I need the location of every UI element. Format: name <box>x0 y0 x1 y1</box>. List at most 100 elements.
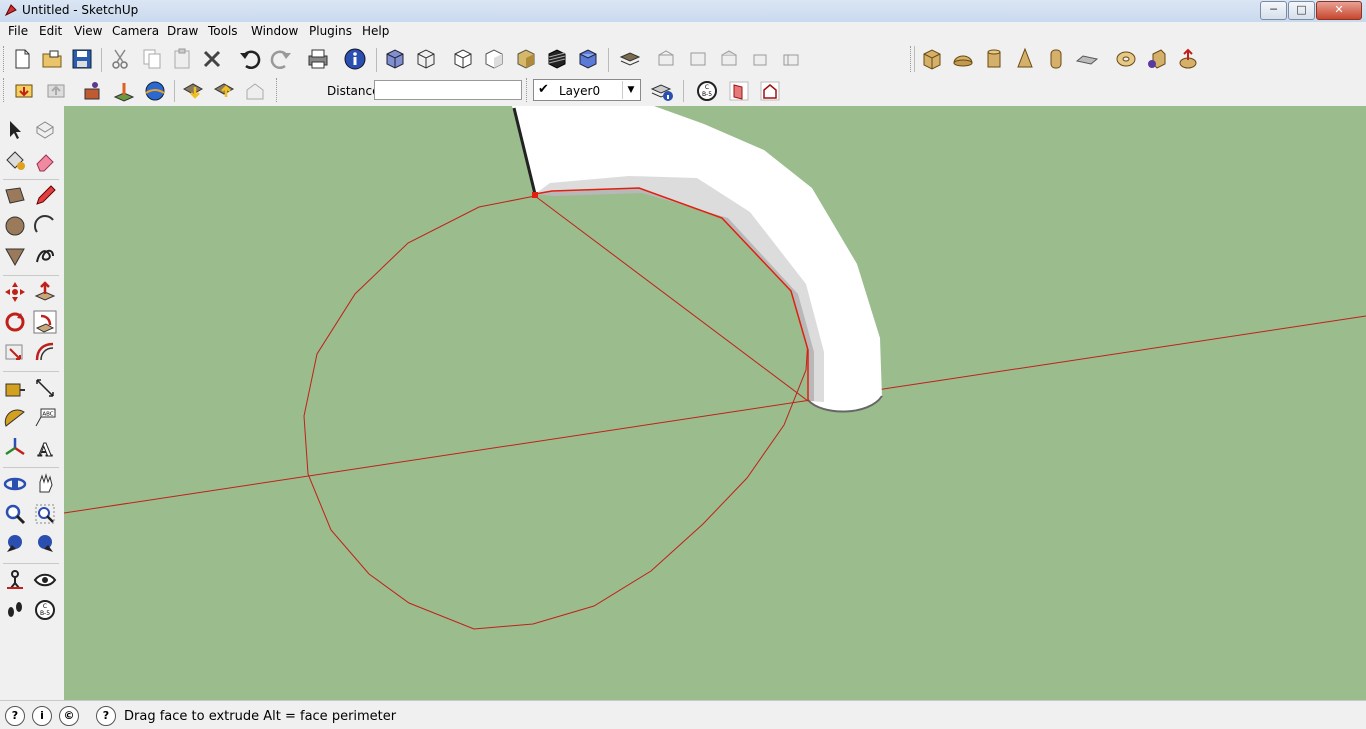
scale-tool[interactable] <box>1 338 29 366</box>
menu-view[interactable]: View <box>72 24 104 38</box>
view-front-button[interactable] <box>716 46 742 72</box>
helix-button[interactable] <box>1144 46 1170 72</box>
circle-tool[interactable] <box>1 212 29 240</box>
share-model-button[interactable] <box>43 78 69 104</box>
menu-file[interactable]: File <box>6 24 30 38</box>
layer-dropdown[interactable]: ✔ Layer0 ▼ <box>533 79 641 101</box>
view-top-button[interactable] <box>685 46 711 72</box>
offset-tool[interactable] <box>31 338 59 366</box>
make-component-tool[interactable] <box>31 116 59 144</box>
chevron-down-icon[interactable]: ▼ <box>622 81 639 99</box>
pushpull-solid-button[interactable] <box>1175 46 1201 72</box>
eraser-tool[interactable] <box>31 146 59 174</box>
position-camera-tool[interactable] <box>1 566 29 594</box>
orbit-tool[interactable] <box>1 470 29 498</box>
display-section-planes-button[interactable] <box>726 78 752 104</box>
rectangle-tool[interactable] <box>1 182 29 210</box>
push-pull-tool[interactable] <box>31 278 59 306</box>
menu-tools[interactable]: Tools <box>206 24 240 38</box>
freehand-tool[interactable] <box>31 242 59 270</box>
help-icon[interactable]: ? <box>96 706 116 726</box>
undo-button[interactable] <box>237 46 263 72</box>
wireframe-button[interactable] <box>413 46 439 72</box>
maximize-button[interactable]: □ <box>1288 1 1315 20</box>
monochrome-button[interactable] <box>544 46 570 72</box>
new-file-button[interactable] <box>9 46 35 72</box>
close-button[interactable]: ✕ <box>1316 1 1362 20</box>
protractor-tool[interactable] <box>1 404 29 432</box>
cone-button[interactable] <box>1012 46 1038 72</box>
zoom-tool[interactable] <box>1 500 29 528</box>
erase-button[interactable] <box>199 46 225 72</box>
license-icon[interactable]: © <box>59 706 79 726</box>
zoom-extents-tool[interactable] <box>31 530 59 558</box>
dimension-tool[interactable] <box>31 374 59 402</box>
view-right-button[interactable] <box>747 46 773 72</box>
components-button[interactable] <box>617 46 643 72</box>
paint-bucket-tool[interactable] <box>1 146 29 174</box>
layer-manager-button[interactable] <box>649 78 675 104</box>
menu-edit[interactable]: Edit <box>37 24 64 38</box>
text-tool[interactable]: ABC <box>31 404 59 432</box>
print-button[interactable] <box>305 46 331 72</box>
menu-help[interactable]: Help <box>360 24 391 38</box>
line-tool[interactable] <box>31 182 59 210</box>
open-button[interactable] <box>39 46 65 72</box>
hidden-line-button[interactable] <box>450 46 476 72</box>
share-component-button[interactable] <box>80 78 106 104</box>
cut-button[interactable] <box>107 46 133 72</box>
arc-tool[interactable] <box>31 212 59 240</box>
google-earth-button[interactable] <box>142 78 168 104</box>
tube-button[interactable] <box>1043 46 1069 72</box>
menu-plugins[interactable]: Plugins <box>307 24 354 38</box>
box-solid-button[interactable] <box>919 46 945 72</box>
follow-me-tool[interactable] <box>31 308 59 336</box>
zoom-window-tool[interactable] <box>31 500 59 528</box>
measurements-input[interactable] <box>374 80 522 100</box>
pan-tool[interactable] <box>31 470 59 498</box>
sections-button[interactable]: C B-5 <box>694 78 720 104</box>
select-tool[interactable] <box>1 116 29 144</box>
dome-button[interactable] <box>950 46 976 72</box>
copy-button[interactable] <box>139 46 165 72</box>
rotate-tool[interactable] <box>1 308 29 336</box>
xray-button[interactable] <box>382 46 408 72</box>
drawing-viewport[interactable] <box>64 106 1366 700</box>
shaded-textures-button[interactable] <box>513 46 539 72</box>
shaded-button[interactable] <box>481 46 507 72</box>
credits-icon[interactable]: i <box>32 706 52 726</box>
polygon-tool[interactable] <box>1 242 29 270</box>
menu-draw[interactable]: Draw <box>165 24 200 38</box>
paste-button[interactable] <box>169 46 195 72</box>
get-current-view-button[interactable] <box>180 78 206 104</box>
move-tool[interactable] <box>1 278 29 306</box>
display-section-cuts-button[interactable] <box>757 78 783 104</box>
view-back-button[interactable] <box>778 46 804 72</box>
back-edges-button[interactable] <box>575 46 601 72</box>
redo-button[interactable] <box>268 46 294 72</box>
view-iso-button[interactable] <box>653 46 679 72</box>
paint-bucket-icon <box>6 151 25 170</box>
add-location-button[interactable] <box>242 78 268 104</box>
model-canvas[interactable] <box>64 106 1366 700</box>
look-around-tool[interactable] <box>31 566 59 594</box>
walk-tool[interactable] <box>1 596 29 624</box>
previous-view-tool[interactable] <box>1 530 29 558</box>
menu-camera[interactable]: Camera <box>110 24 161 38</box>
plate-button[interactable] <box>1074 46 1100 72</box>
3d-text-tool[interactable]: A <box>31 434 59 462</box>
tape-measure-tool[interactable] <box>1 374 29 402</box>
axes-tool[interactable] <box>1 434 29 462</box>
model-info-button[interactable] <box>342 46 368 72</box>
menu-window[interactable]: Window <box>249 24 300 38</box>
toggle-terrain-button[interactable] <box>211 78 237 104</box>
cylinder-button[interactable] <box>981 46 1007 72</box>
get-models-button[interactable] <box>11 78 37 104</box>
section-plane-tool[interactable]: C B-5 <box>31 596 59 624</box>
place-model-button[interactable] <box>111 78 137 104</box>
geolocation-icon[interactable]: ? <box>5 706 25 726</box>
minimize-button[interactable]: ─ <box>1260 1 1287 20</box>
zoom-window-icon <box>35 504 55 524</box>
save-button[interactable] <box>69 46 95 72</box>
torus-button[interactable] <box>1113 46 1139 72</box>
